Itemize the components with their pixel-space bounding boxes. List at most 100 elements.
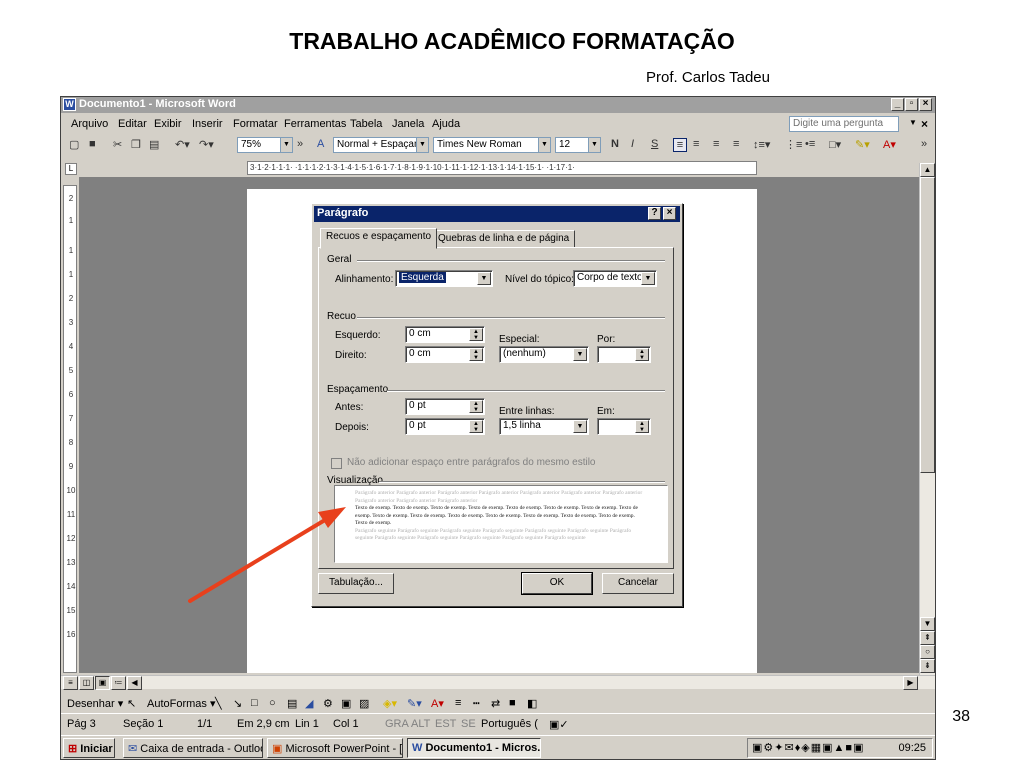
window-titlebar[interactable]: W Documento1 - Microsoft Word _ ▫ ×	[61, 97, 935, 113]
scroll-thumb[interactable]	[920, 177, 935, 473]
style-combo[interactable]: Normal + Espaçamento▼	[333, 137, 429, 153]
alignment-select[interactable]: Esquerda ▼	[395, 270, 493, 287]
diagram-icon[interactable]: ⚙	[323, 697, 333, 710]
tab-selector[interactable]: L	[65, 163, 77, 175]
vertical-ruler[interactable]: 2 1 1 1 2 3 4 5 6 7 8 9 10 11 12 13 14 1…	[63, 185, 77, 673]
italic-button[interactable]: I	[631, 138, 634, 152]
bold-button[interactable]: N	[611, 138, 619, 152]
vertical-scrollbar[interactable]: ▲ ▼ ⇞ ○ ⇟	[919, 163, 935, 675]
spinner-icon[interactable]: ▲ ▼	[635, 420, 649, 433]
dialog-titlebar[interactable]: Parágrafo ? ×	[314, 206, 680, 222]
indent-left-input[interactable]: 0 cm ▲ ▼	[405, 326, 485, 343]
font-color-icon[interactable]: A▾	[883, 138, 896, 152]
start-button[interactable]: ⊞ Iniciar	[63, 738, 115, 758]
scroll-left-icon[interactable]: ◀	[127, 676, 142, 690]
bullets-icon[interactable]: •≡	[805, 138, 815, 152]
ask-dropdown-icon[interactable]: ▼	[907, 118, 919, 130]
help-button[interactable]: ?	[648, 207, 661, 220]
task-outlook[interactable]: ✉ Caixa de entrada - Outlook...	[123, 738, 263, 758]
tab-line-page-breaks[interactable]: Quebras de linha e de página	[432, 230, 576, 248]
menu-ajuda[interactable]: Ajuda	[432, 118, 460, 130]
shadow-icon[interactable]: ■	[509, 697, 516, 709]
ok-button[interactable]: OK	[522, 573, 592, 594]
cut-icon[interactable]: ✂	[113, 138, 122, 152]
status-ext[interactable]: EST	[435, 718, 456, 730]
new-document-icon[interactable]: ▢	[69, 138, 79, 152]
menu-editar[interactable]: Editar	[118, 118, 147, 130]
toolbar-options-icon[interactable]: »	[297, 138, 303, 152]
menu-inserir[interactable]: Inserir	[192, 118, 223, 130]
restore-button[interactable]: ▫	[905, 98, 918, 111]
select-objects-icon[interactable]: ↖	[127, 697, 136, 710]
highlight-icon[interactable]: ✎▾	[855, 138, 870, 152]
horizontal-scrollbar[interactable]: ≡ ◫ ▣ ≔ ◀ ▶	[61, 675, 935, 690]
toolbar-more-icon[interactable]: »	[921, 138, 927, 152]
underline-button[interactable]: S	[651, 138, 658, 152]
status-rec[interactable]: GRA	[385, 718, 409, 730]
spinner-icon[interactable]: ▲ ▼	[635, 348, 649, 361]
wordart-icon[interactable]: ◢	[305, 697, 313, 710]
next-page-icon[interactable]: ⇟	[920, 659, 935, 673]
menu-ferramentas[interactable]: Ferramentas	[284, 118, 346, 130]
spacing-before-input[interactable]: 0 pt ▲ ▼	[405, 398, 485, 415]
no-space-checkbox[interactable]	[331, 458, 342, 469]
border-icon[interactable]: □▾	[829, 138, 841, 152]
spelling-status-icon[interactable]: ▣✓	[549, 718, 569, 731]
font-size-combo[interactable]: 12 ▼	[555, 137, 601, 153]
close-button[interactable]: ×	[919, 98, 932, 111]
cancel-button[interactable]: Cancelar	[602, 573, 674, 594]
at-input[interactable]: ▲ ▼	[597, 418, 651, 435]
align-left-icon[interactable]: ≡	[673, 138, 687, 152]
drawing-font-color-icon[interactable]: A▾	[431, 697, 444, 710]
picture-icon[interactable]: ▨	[359, 697, 369, 710]
scroll-right-icon[interactable]: ▶	[903, 676, 918, 690]
previous-page-icon[interactable]: ⇞	[920, 631, 935, 645]
fill-color-icon[interactable]: ◈▾	[383, 697, 397, 710]
menu-arquivo[interactable]: Arquivo	[71, 118, 108, 130]
spinner-icon[interactable]: ▲ ▼	[469, 400, 483, 413]
dialog-close-button[interactable]: ×	[663, 207, 676, 220]
menu-janela[interactable]: Janela	[392, 118, 424, 130]
rectangle-icon[interactable]: □	[251, 697, 258, 709]
font-combo[interactable]: Times New Roman ▼	[433, 137, 551, 153]
task-powerpoint[interactable]: ▣ Microsoft PowerPoint - [Me...	[267, 738, 403, 758]
3d-icon[interactable]: ◧	[527, 697, 537, 710]
scroll-down-icon[interactable]: ▼	[920, 617, 935, 631]
status-trk[interactable]: ALT	[411, 718, 430, 730]
document-close-icon[interactable]: ×	[921, 117, 928, 131]
menu-exibir[interactable]: Exibir	[154, 118, 182, 130]
paste-icon[interactable]: ▤	[149, 138, 159, 152]
save-icon[interactable]: ■	[89, 138, 96, 152]
arrow-style-icon[interactable]: ⇄	[491, 697, 500, 710]
align-right-icon[interactable]: ≡	[713, 138, 719, 152]
textbox-icon[interactable]: ▤	[287, 697, 297, 710]
menu-formatar[interactable]: Formatar	[233, 118, 278, 130]
menu-tabela[interactable]: Tabela	[350, 118, 382, 130]
draw-menu[interactable]: Desenhar ▾	[67, 697, 123, 710]
line-style-icon[interactable]: ≡	[455, 697, 461, 709]
spinner-icon[interactable]: ▲ ▼	[469, 420, 483, 433]
dash-style-icon[interactable]: ┅	[473, 697, 480, 710]
line-spacing-select[interactable]: 1,5 linha ▼	[499, 418, 589, 435]
spinner-icon[interactable]: ▲ ▼	[469, 328, 483, 341]
oval-icon[interactable]: ○	[269, 697, 276, 709]
task-word[interactable]: W Documento1 - Micros...	[407, 738, 541, 758]
special-select[interactable]: (nenhum) ▼	[499, 346, 589, 363]
copy-icon[interactable]: ❐	[131, 138, 141, 152]
line-icon[interactable]: ╲	[215, 697, 222, 710]
spinner-icon[interactable]: ▲ ▼	[469, 348, 483, 361]
tab-indents-spacing[interactable]: Recuos e espaçamento	[320, 228, 438, 249]
status-ovr[interactable]: SE	[461, 718, 476, 730]
numbering-icon[interactable]: ⋮≡	[785, 138, 802, 152]
align-center-icon[interactable]: ≡	[693, 138, 699, 152]
spacing-after-input[interactable]: 0 pt ▲ ▼	[405, 418, 485, 435]
minimize-button[interactable]: _	[891, 98, 904, 111]
outline-level-select[interactable]: Corpo de texto ▼	[573, 270, 657, 287]
print-view-icon[interactable]: ▣	[95, 676, 110, 690]
horizontal-ruler[interactable]: 3·1·2·1·1·1· ·1·1·1·2·1·3·1·4·1·5·1·6·1·…	[247, 161, 757, 175]
redo-icon[interactable]: ↷▾	[199, 138, 214, 152]
zoom-combo[interactable]: 75% ▼	[237, 137, 293, 153]
tray-icons[interactable]: ▣⚙✦✉♦◈▦▣▲■▣	[752, 741, 864, 754]
arrow-tool-icon[interactable]: ↘	[233, 697, 242, 710]
line-spacing-icon[interactable]: ↕≡▾	[753, 138, 770, 152]
